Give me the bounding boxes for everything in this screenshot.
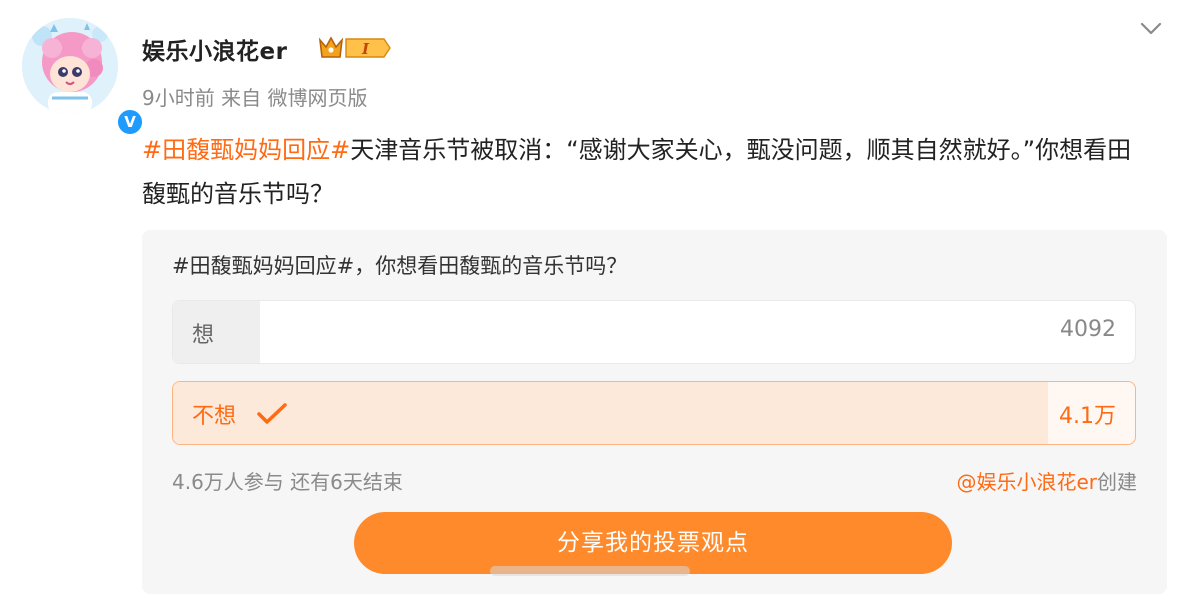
avatar-image (22, 18, 118, 114)
vote-option-count: 4092 (1060, 317, 1116, 342)
vote-remaining: 还有6天结束 (290, 470, 403, 494)
vote-created-label: 创建 (1097, 470, 1137, 494)
verified-badge-icon: V (116, 108, 144, 136)
vote-option-label: 不想 (192, 404, 237, 429)
watermark (490, 566, 690, 576)
vote-participants: 4.6万人参与 (172, 470, 284, 494)
vote-option-dont-want[interactable]: 不想 4.1万 (172, 381, 1136, 445)
post-meta: 9小时前 来自 微博网页版 (142, 82, 367, 111)
vote-option-want[interactable]: 想 4092 (172, 300, 1136, 364)
check-icon (257, 403, 287, 424)
post-text: #田馥甄妈妈回应#天津音乐节被取消：“感谢大家关心，甄没问题，顺其自然就好。”你… (142, 128, 1152, 216)
post-source: 来自 微博网页版 (221, 86, 368, 110)
vote-card: #田馥甄妈妈回应#，你想看田馥甄的音乐节吗？ 想 4092 不想 4.1万 4.… (142, 230, 1167, 594)
vote-stats: 4.6万人参与 还有6天结束 (172, 466, 403, 495)
vote-creator: @娱乐小浪花er创建 (956, 466, 1137, 495)
vote-option-fill (173, 382, 1049, 444)
vote-option-count: 4.1万 (1059, 404, 1116, 429)
vote-option-label: 想 (192, 323, 215, 348)
vote-title: #田馥甄妈妈回应#，你想看田馥甄的音乐节吗？ (172, 254, 628, 278)
chevron-down-icon[interactable] (1137, 14, 1165, 42)
post-time[interactable]: 9小时前 (142, 86, 215, 110)
crown-vip-icon[interactable]: I (318, 35, 392, 61)
vote-option-fill (173, 301, 260, 363)
avatar[interactable]: V (22, 18, 144, 136)
post-topic-link[interactable]: #田馥甄妈妈回应# (142, 136, 350, 164)
username[interactable]: 娱乐小浪花er (142, 32, 287, 66)
vote-creator-link[interactable]: @娱乐小浪花er (956, 470, 1097, 494)
vip-level: I (361, 40, 370, 58)
